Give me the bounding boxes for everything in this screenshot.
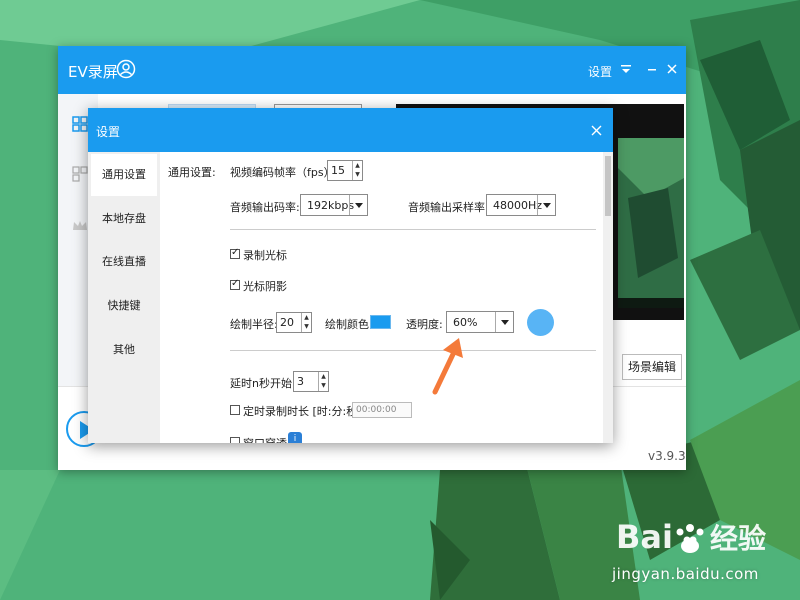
list-icon[interactable]	[72, 166, 88, 182]
radius-stepper-arrows[interactable]: ▲ ▼	[301, 313, 311, 332]
nav-general[interactable]: 通用设置	[91, 154, 157, 196]
audio-bitrate-select[interactable]: 192kbps	[300, 194, 368, 216]
section-label: 通用设置:	[168, 166, 216, 179]
dialog-close-icon[interactable]	[591, 125, 602, 136]
chevron-down-icon[interactable]	[495, 312, 513, 332]
fps-value: 15	[331, 164, 345, 177]
annotation-arrow-icon	[425, 336, 475, 396]
nav-local-storage[interactable]: 本地存盘	[88, 198, 160, 240]
preview-thumbnail	[618, 138, 684, 308]
dialog-titlebar: 设置	[88, 108, 613, 152]
draw-color-label: 绘制颜色:	[325, 318, 373, 331]
scene-edit-button[interactable]: 场景编辑	[622, 354, 682, 380]
grid-icon[interactable]	[72, 116, 88, 132]
general-settings-panel: 通用设置: 视频编码帧率（fps）: 15 ▲ ▼ 音频输出码率: 192kbps…	[160, 152, 603, 443]
record-cursor-checkbox[interactable]	[230, 247, 240, 259]
draw-radius-stepper[interactable]: 20 ▲ ▼	[276, 312, 312, 333]
chevron-down-icon[interactable]	[537, 195, 555, 215]
settings-link[interactable]: 设置	[588, 63, 612, 80]
window-through-checkbox[interactable]	[230, 437, 240, 443]
draw-color-swatch[interactable]	[370, 315, 391, 329]
dropdown-menu-icon[interactable]	[620, 63, 632, 75]
delay-stepper-arrows[interactable]: ▲ ▼	[318, 372, 328, 391]
chevron-down-icon[interactable]	[349, 195, 367, 215]
timed-record-checkbox[interactable]	[230, 405, 240, 415]
user-icon[interactable]	[116, 59, 136, 79]
baidu-jingyan-logo: Bai 经验	[612, 510, 792, 560]
opacity-value: 60%	[453, 316, 478, 329]
color-opacity-preview	[527, 309, 554, 336]
app-title: EV录屏	[68, 63, 118, 81]
opacity-select[interactable]: 60%	[446, 311, 514, 333]
svg-text:经验: 经验	[710, 522, 766, 555]
audio-bitrate-label: 音频输出码率:	[230, 201, 300, 214]
minimize-icon[interactable]	[646, 63, 658, 75]
close-icon[interactable]	[666, 63, 678, 75]
nav-other[interactable]: 其他	[88, 329, 160, 371]
nav-live-stream[interactable]: 在线直播	[88, 241, 160, 283]
timed-record-field[interactable]: 00:00:00	[352, 402, 412, 418]
window-through-label: 窗口穿透	[243, 435, 287, 443]
cursor-shadow-label: 光标阴影	[243, 280, 287, 293]
nav-hotkeys[interactable]: 快捷键	[88, 285, 160, 327]
timed-record-label: 定时录制时长 [时:分:秒]:	[243, 405, 366, 418]
dialog-scrollbar[interactable]	[603, 152, 613, 443]
delay-start-stepper[interactable]: 3 ▲ ▼	[293, 371, 329, 392]
version-label: v3.9.3	[648, 449, 686, 463]
draw-radius-label: 绘制半径:	[230, 318, 278, 331]
delay-start-label: 延时n秒开始:	[230, 377, 296, 390]
watermark-url: jingyan.baidu.com	[612, 565, 759, 583]
delay-start-value: 3	[297, 375, 304, 388]
crown-icon[interactable]	[72, 218, 88, 234]
settings-dialog: 设置 通用设置 本地存盘 在线直播 快捷键 其他 通用设置: 视频编码帧率（fp…	[88, 108, 613, 443]
settings-nav: 通用设置 本地存盘 在线直播 快捷键 其他	[88, 152, 160, 443]
audio-samplerate-value: 48000Hz	[493, 199, 543, 212]
audio-samplerate-select[interactable]: 48000Hz	[486, 194, 556, 216]
audio-bitrate-value: 192kbps	[307, 199, 355, 212]
timed-record-value: 00:00:00	[356, 405, 397, 415]
fps-stepper[interactable]: 15 ▲ ▼	[327, 160, 363, 181]
record-cursor-label: 录制光标	[243, 249, 287, 262]
divider	[230, 229, 596, 230]
fps-label: 视频编码帧率（fps）:	[230, 166, 339, 179]
draw-radius-value: 20	[280, 316, 294, 329]
audio-samplerate-label: 音频输出采样率:	[408, 201, 489, 214]
opacity-label: 透明度:	[406, 318, 443, 331]
dialog-title: 设置	[96, 125, 121, 139]
cursor-shadow-checkbox[interactable]	[230, 278, 240, 290]
divider	[230, 350, 596, 351]
fps-stepper-arrows[interactable]: ▲ ▼	[352, 161, 362, 180]
info-icon[interactable]: i	[288, 432, 302, 443]
scrollbar-thumb[interactable]	[605, 156, 611, 216]
svg-text:Bai: Bai	[616, 518, 673, 556]
main-titlebar: EV录屏 设置	[58, 46, 686, 94]
